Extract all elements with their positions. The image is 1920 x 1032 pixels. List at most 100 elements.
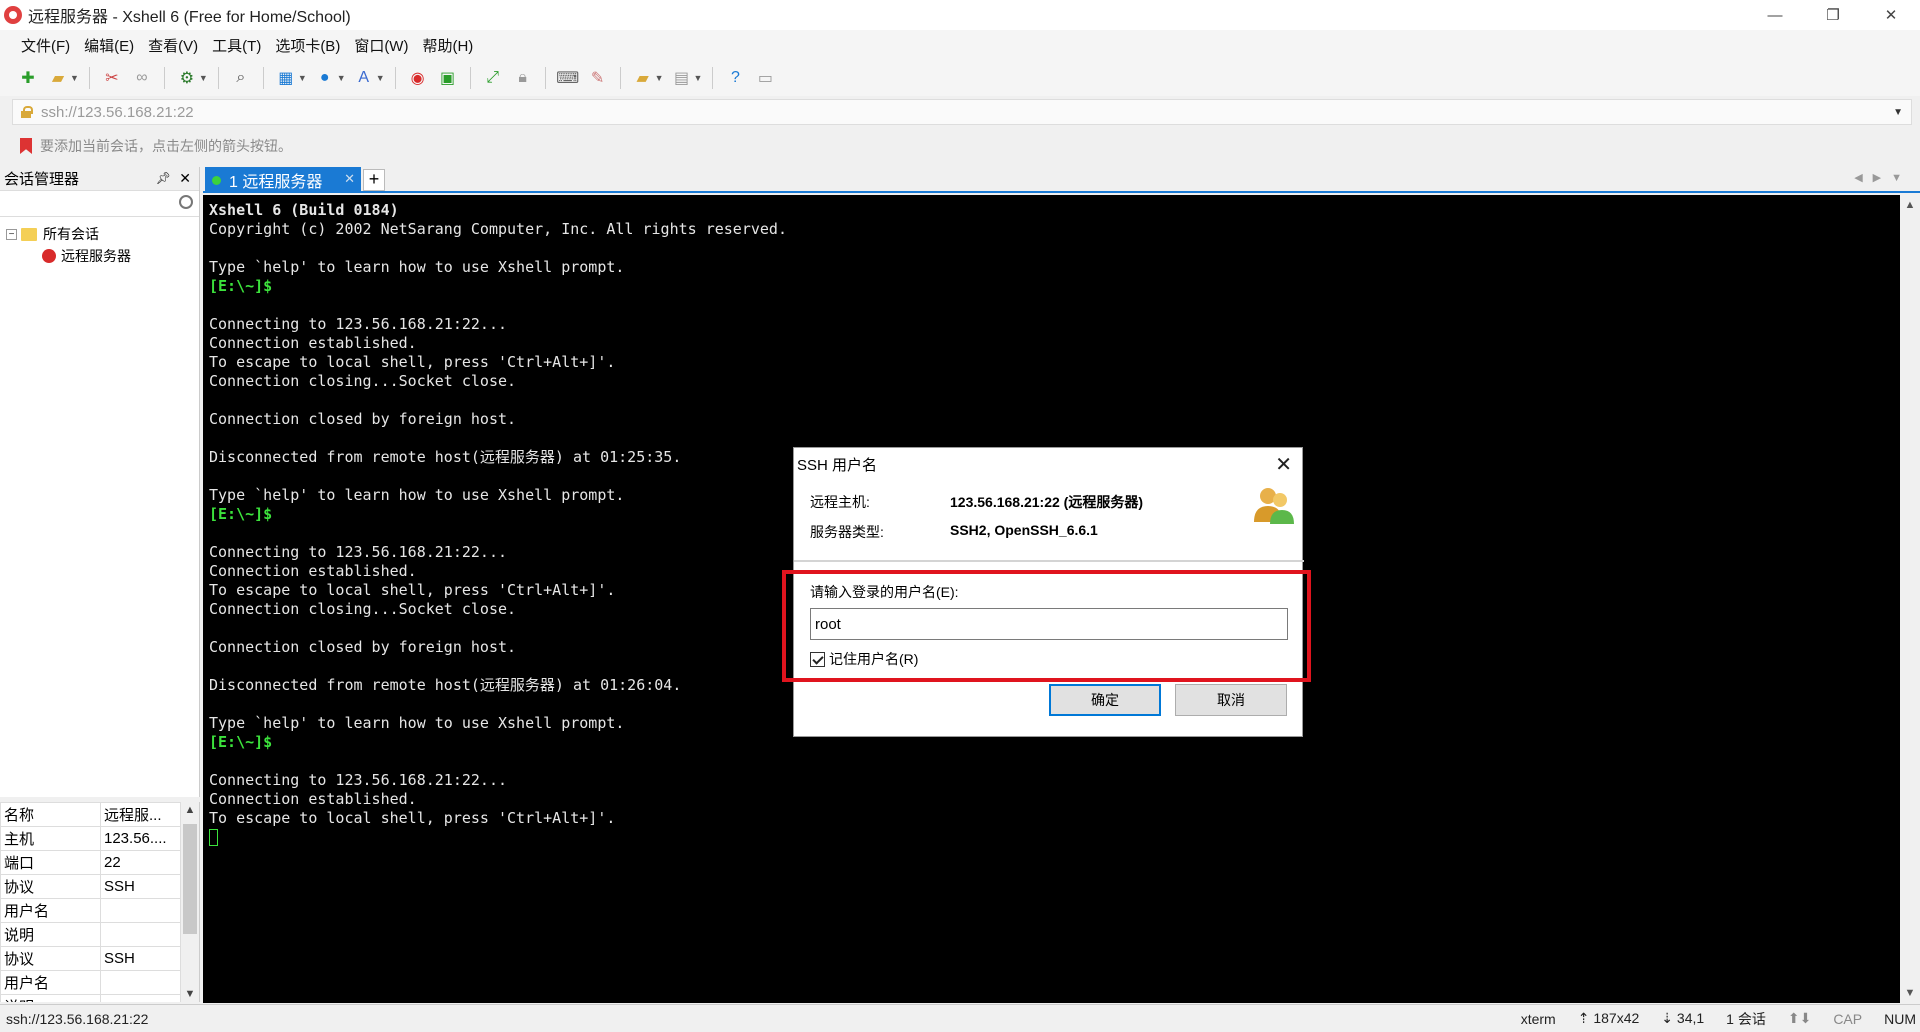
chat-icon[interactable]: ▭ (753, 66, 777, 90)
tab-nav-arrows-icon[interactable]: ◀▶▼ (1854, 171, 1912, 184)
transfer-arrows-icon: ⬆⬇ (1787, 1010, 1812, 1026)
menu-edit[interactable]: 编辑(E) (77, 35, 141, 56)
compose-icon[interactable]: ✎ (586, 66, 610, 90)
menu-window[interactable]: 窗口(W) (347, 35, 415, 56)
status-terminal-type: xterm (1520, 1010, 1556, 1027)
bookmark-arrow-icon[interactable] (20, 138, 32, 154)
collapse-icon[interactable]: − (6, 228, 17, 240)
close-button[interactable]: ✕ (1862, 0, 1920, 30)
terminal-scrollbar[interactable]: ▲ ▼ (1900, 195, 1920, 1003)
toolbar-separator (469, 67, 471, 89)
status-address: ssh://123.56.168.21:22 (6, 1010, 149, 1027)
chevron-down-icon[interactable]: ▼ (376, 73, 385, 83)
prop-value: SSH (100, 874, 181, 899)
find-icon[interactable]: ⌕ (229, 66, 253, 90)
pin-icon[interactable]: 📌︎ (156, 171, 171, 185)
dialog-separator (794, 560, 1304, 562)
scroll-down-icon[interactable]: ▼ (181, 988, 199, 1000)
chevron-down-icon[interactable]: ▼ (70, 73, 79, 83)
scroll-thumb[interactable] (183, 824, 197, 934)
links-hint-text: 要添加当前会话，点击左侧的箭头按钮。 (40, 138, 292, 154)
address-bar[interactable]: ssh://123.56.168.21:22 ▼ (12, 99, 1912, 125)
disconnect-icon[interactable]: ∞ (130, 66, 154, 90)
username-label: 请输入登录的用户名(E): (810, 584, 959, 600)
menu-tools[interactable]: 工具(T) (205, 35, 268, 56)
table-row: 协议 SSH (0, 874, 181, 899)
new-session-icon[interactable]: ✚ (16, 66, 40, 90)
terminal-line: Xshell 6 (Build 0184) (209, 201, 399, 219)
server-type-value: SSH2, OpenSSH_6.6.1 (950, 522, 1098, 538)
minimize-button[interactable]: — (1746, 0, 1804, 30)
table-row: 用户名 (0, 970, 181, 995)
menu-file[interactable]: 文件(F) (14, 35, 77, 56)
remote-host-label: 远程主机: (810, 494, 870, 510)
prop-value: 远程服... (100, 802, 181, 827)
properties-icon[interactable]: ⚙ (175, 66, 199, 90)
checkbox-checked-icon[interactable] (810, 651, 825, 667)
ok-button[interactable]: 确定 (1049, 684, 1161, 716)
prop-value (100, 922, 181, 947)
fullscreen-icon[interactable]: ⤢ (481, 66, 505, 90)
remember-username-checkbox[interactable]: 记住用户名(R) (810, 649, 918, 669)
cancel-button[interactable]: 取消 (1175, 684, 1287, 716)
globe-icon[interactable]: ● (313, 66, 337, 90)
links-bar: 要添加当前会话，点击左侧的箭头按钮。 (0, 131, 1920, 161)
scroll-down-icon[interactable]: ▼ (1900, 987, 1920, 999)
scroll-up-icon[interactable]: ▲ (1900, 199, 1920, 211)
toolbar-separator (217, 67, 219, 89)
properties-scrollbar[interactable]: ▲ ▼ (181, 802, 199, 1002)
tree-item-remote-server[interactable]: 远程服务器 (0, 245, 199, 267)
add-tab-button[interactable]: + (363, 169, 385, 191)
chevron-down-icon[interactable]: ▼ (199, 73, 208, 83)
scroll-up-icon[interactable]: ▲ (181, 804, 199, 816)
username-input[interactable] (810, 608, 1288, 640)
help-icon[interactable]: ? (723, 66, 747, 90)
tab-remote-server[interactable]: 1 远程服务器 ✕ (205, 167, 361, 193)
tile-icon[interactable]: ▤ (670, 66, 694, 90)
keyboard-icon[interactable]: ⌨ (556, 66, 580, 90)
terminal-cursor-line (209, 828, 1894, 847)
font-icon[interactable]: A (352, 66, 376, 90)
chevron-down-icon[interactable]: ▼ (298, 73, 307, 83)
toolbar-separator (163, 67, 165, 89)
prop-key: 说明 (0, 922, 101, 947)
chevron-down-icon[interactable]: ▼ (1893, 107, 1903, 118)
open-folder-icon[interactable]: ▰ (46, 66, 70, 90)
lock-icon[interactable]: 🔒︎ (511, 66, 535, 90)
xftp-icon[interactable]: ▣ (436, 66, 460, 90)
prop-value: 123.56.... (100, 826, 181, 851)
search-icon[interactable] (179, 195, 193, 209)
prop-key: 协议 (0, 946, 101, 971)
menu-tabs[interactable]: 选项卡(B) (268, 35, 347, 56)
terminal-line: Connection established. (209, 790, 417, 808)
prop-value: 22 (100, 850, 181, 875)
chevron-down-icon[interactable]: ▼ (694, 73, 703, 83)
status-num: NUM (1884, 1010, 1916, 1027)
xshell-icon[interactable]: ◉ (406, 66, 430, 90)
table-row: 说明 (0, 922, 181, 947)
session-manager-panel: 会话管理器 📌︎ ✕ − 所有会话 远程服务器 (0, 167, 200, 797)
new-tab-folder-icon[interactable]: ▰ (631, 66, 655, 90)
table-row: 端口 22 (0, 850, 181, 875)
tree-item-all-sessions[interactable]: − 所有会话 (0, 223, 199, 245)
tab-bar: 1 远程服务器 ✕ + ◀▶▼ (203, 167, 1920, 193)
menu-help[interactable]: 帮助(H) (415, 35, 480, 56)
tree-item-label: 远程服务器 (61, 248, 131, 264)
status-bar: ssh://123.56.168.21:22 xterm ⇡ 187x42 ⇣ … (0, 1004, 1920, 1032)
prop-key: 名称 (0, 802, 101, 827)
session-search-input[interactable] (0, 191, 199, 217)
dialog-title: SSH 用户名 (797, 456, 878, 474)
layout-icon[interactable]: ▦ (274, 66, 298, 90)
close-icon[interactable]: ✕ (344, 171, 355, 187)
restore-button[interactable]: ❐ (1804, 0, 1862, 30)
dialog-close-button[interactable]: ✕ (1275, 452, 1292, 477)
terminal-line: Connecting to 123.56.168.21:22... (209, 315, 508, 333)
session-manager-title: 会话管理器 (4, 171, 80, 188)
terminal-line: To escape to local shell, press 'Ctrl+Al… (209, 809, 616, 827)
server-type-row: 服务器类型: SSH2, OpenSSH_6.6.1 (810, 522, 1098, 542)
chevron-down-icon[interactable]: ▼ (655, 73, 664, 83)
menu-view[interactable]: 查看(V) (141, 35, 205, 56)
chevron-down-icon[interactable]: ▼ (337, 73, 346, 83)
close-icon[interactable]: ✕ (179, 170, 191, 187)
connect-icon[interactable]: ✂ (100, 66, 124, 90)
